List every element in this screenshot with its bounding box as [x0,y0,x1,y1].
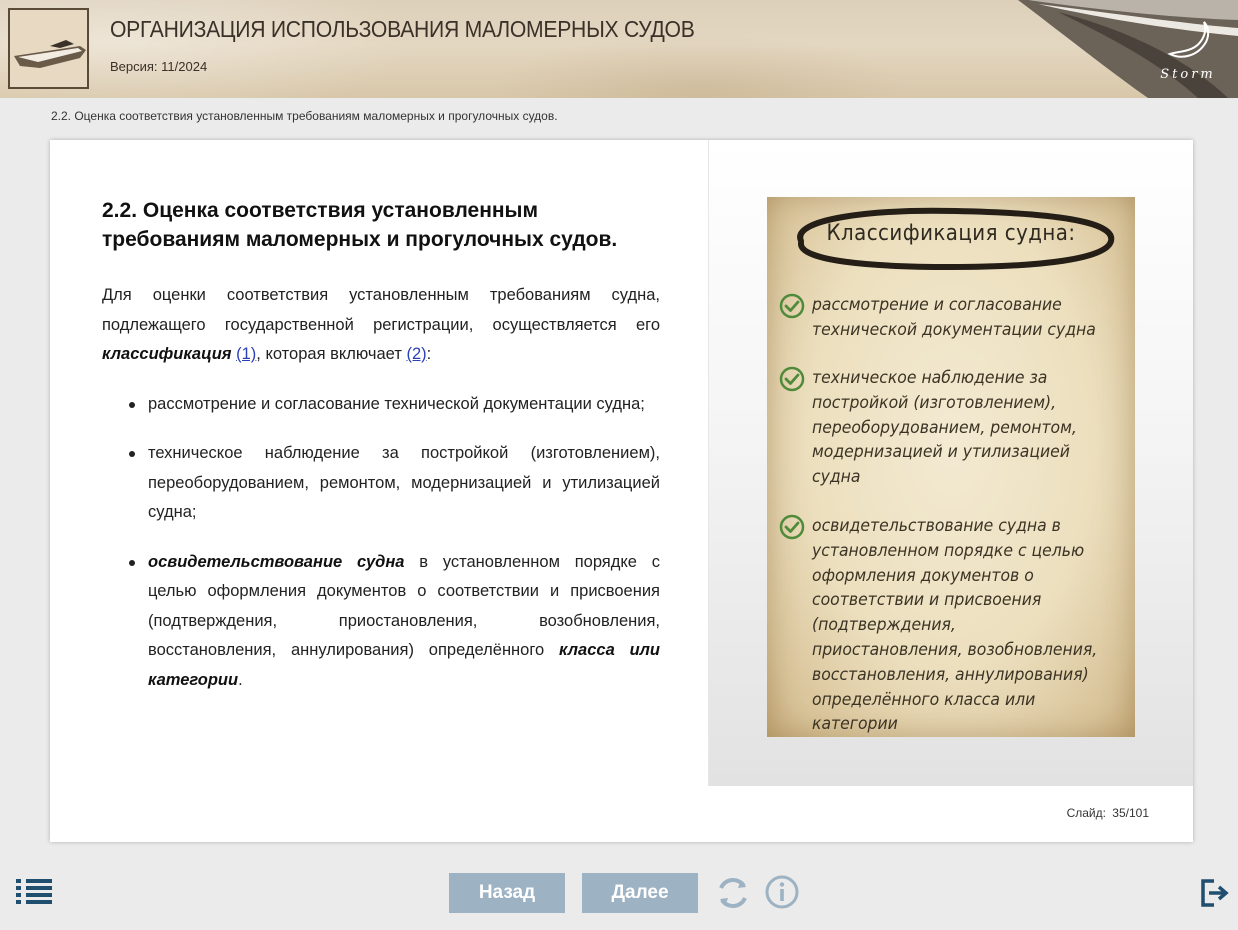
footnote-link-1[interactable]: (1) [236,345,256,363]
next-button[interactable]: Далее [582,873,698,913]
list-item-text: техническое наблюдение за постройкой (из… [148,444,660,521]
storm-logo-text: Storm [1160,67,1216,82]
check-circle-icon [779,293,805,319]
classification-list: рассмотрение и согласование технической … [102,390,660,696]
breadcrumb: 2.2. Оценка соответствия установленным т… [51,109,558,123]
info-icon[interactable] [764,874,800,910]
poster-item: освидетельствование судна в установленно… [779,514,1129,737]
poster-item-text: освидетельствование судна в установленно… [812,516,1098,735]
back-button[interactable]: Назад [449,873,565,913]
slide-counter: Слайд: 35/101 [1066,806,1149,820]
intro-text-2: , которая включает [256,345,407,363]
course-logo-boat [8,8,89,89]
menu-list-icon[interactable] [16,878,54,906]
classification-poster: Классификация судна: рассмотрение и согл… [767,197,1135,737]
footnote-link-2[interactable]: (2) [406,345,426,363]
list-item: техническое наблюдение за постройкой (из… [102,439,660,528]
slide-content: 2.2. Оценка соответствия установленным т… [102,196,660,715]
poster-item: техническое наблюдение за постройкой (из… [779,366,1129,490]
poster-item-text: техническое наблюдение за постройкой (из… [812,368,1077,488]
term-classification: классификация [102,345,232,363]
bullet-dot [129,559,135,566]
storm-logo: Storm [1160,21,1216,82]
intro-text-3: : [426,345,432,363]
version-label: Версия: 11/2024 [110,59,208,74]
exit-icon[interactable] [1200,878,1230,908]
check-circle-icon [779,366,805,392]
poster-heading: Классификация судна: [826,221,1076,246]
app-title: ОРГАНИЗАЦИЯ ИСПОЛЬЗОВАНИЯ МАЛОМЕРНЫХ СУД… [110,16,695,42]
poster-item: рассмотрение и согласование технической … [779,293,1129,343]
reload-icon[interactable] [714,874,752,912]
app-header: ОРГАНИЗАЦИЯ ИСПОЛЬЗОВАНИЯ МАЛОМЕРНЫХ СУД… [0,0,1238,98]
list-item-text: рассмотрение и согласование технической … [148,394,645,413]
slide-title: 2.2. Оценка соответствия установленным т… [102,199,618,251]
poster-item-text: рассмотрение и согласование технической … [812,295,1096,340]
check-circle-icon [779,514,805,540]
bullet-dot [129,451,135,457]
list-item: рассмотрение и согласование технической … [102,390,660,420]
list-item: освидетельствование судна в установленно… [102,548,660,696]
slide-card: 2.2. Оценка соответствия установленным т… [50,140,1193,842]
intro-paragraph: Для оценки соответствия установленным тр… [102,281,660,370]
term-survey: освидетельствование судна [148,552,405,571]
bullet-dot [129,401,135,408]
intro-text: Для оценки соответствия установленным тр… [102,286,660,334]
list-item-end: . [238,670,243,689]
